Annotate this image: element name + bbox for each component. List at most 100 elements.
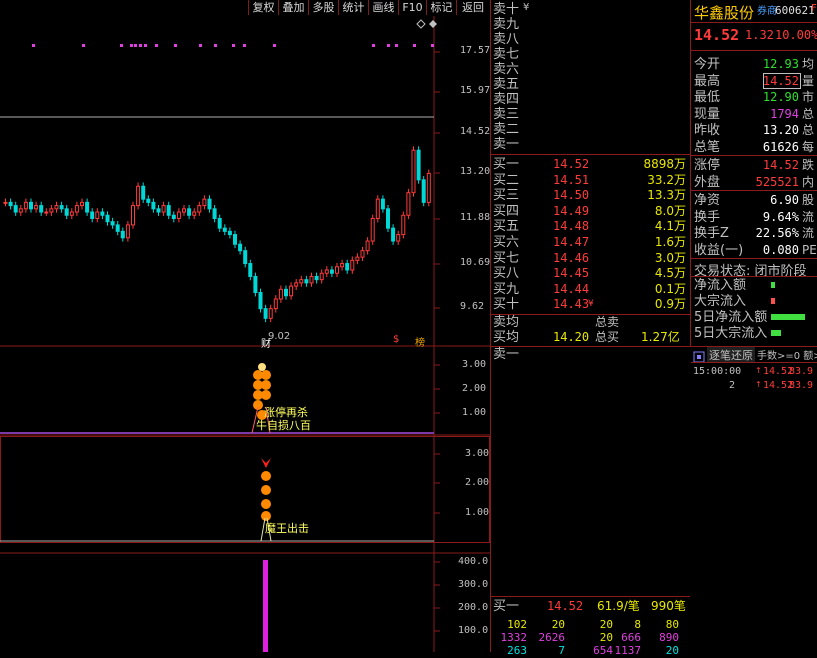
bid-level-label: 买七 <box>493 250 520 266</box>
back-button[interactable]: 返回 <box>456 0 489 15</box>
quote-stat-value: 9.64% <box>762 209 799 224</box>
tick-direction-icon: ↑ <box>755 380 762 389</box>
bottom-buy1-label: 买一 <box>493 599 520 614</box>
candle-body <box>273 298 278 310</box>
indicator-panel-2[interactable]: 3.00 2.00 1.00 魔王出击 <box>0 436 490 543</box>
bid-level-volume: 33.2万 <box>647 172 686 187</box>
signal-marker <box>243 44 246 47</box>
fund-flow-label: 大宗流入 <box>694 294 747 309</box>
draw-line-button[interactable]: 画线 <box>368 0 398 15</box>
candle-body <box>212 208 217 219</box>
mark-button[interactable]: 标记 <box>426 0 456 15</box>
candle-body <box>197 205 202 213</box>
candle-body <box>365 240 370 252</box>
candle-body <box>54 205 59 210</box>
bid-level-label: 买二 <box>493 172 520 188</box>
signal-marker <box>155 44 158 47</box>
tab-tick-restore[interactable]: 逐笔还原 <box>707 347 755 363</box>
bid-level-price: 14.47 <box>553 235 590 249</box>
bid-level-mark: ¥ <box>588 299 594 310</box>
price-change: 1.32 <box>745 28 774 42</box>
bottom-order-cell: 20 <box>665 644 679 657</box>
ask-level-label: 卖五 <box>493 77 520 92</box>
volume-panel[interactable]: 400.0 300.0 200.0 100.0 <box>0 543 490 652</box>
stock-name[interactable]: 华鑫股份 <box>694 2 754 23</box>
candle-body <box>125 224 130 239</box>
candle-body <box>304 279 309 284</box>
overlay-button[interactable]: 叠加 <box>278 0 308 15</box>
candle-body <box>49 208 54 213</box>
tick-volume: 83.9 <box>789 366 814 377</box>
tick-list: 逐笔还原 手数>=0 额> 15:00:00 14.52 83.9 ↑ 2 14.52 83… <box>691 347 817 652</box>
candle-body <box>59 205 64 210</box>
quote-stat-label: 今开 <box>694 57 721 72</box>
quote-stat-suffix: 跌 <box>802 158 815 172</box>
candle-body <box>340 263 345 268</box>
candle-body <box>13 205 18 213</box>
total-buy-value: 1.27亿 <box>641 330 680 344</box>
quote-stat-suffix: 每 <box>802 139 815 154</box>
price-change-pct: 10.00% <box>775 28 817 42</box>
volume-plot <box>0 543 490 652</box>
indicator-signal-text: 魔王出击 <box>265 522 309 535</box>
candle-body <box>207 198 212 210</box>
signal-marker <box>214 44 217 47</box>
low-price-label: 9.02 <box>268 331 291 342</box>
signal-marker <box>139 44 142 47</box>
candle-body <box>202 198 207 207</box>
candle-body <box>391 227 396 242</box>
diamond-icon[interactable] <box>416 19 437 29</box>
bid-level-label: 买十 <box>493 297 520 313</box>
indicator-axis-label: 3.00 <box>462 359 487 370</box>
price-axis-label: 9.62 <box>460 301 485 312</box>
candle-body <box>18 208 23 213</box>
candle-body <box>233 234 237 245</box>
candle-body <box>370 217 375 242</box>
signal-marker <box>134 44 137 47</box>
indicator-1-plot <box>0 347 490 436</box>
bid-level-volume: 4.1万 <box>654 219 686 234</box>
candle-body <box>396 234 401 242</box>
quote-stat-value: 14.52 <box>762 158 799 172</box>
event-badge[interactable]: $ <box>393 334 399 345</box>
candle-body <box>248 263 253 277</box>
tick-filter[interactable]: 手数>=0 额> <box>757 347 817 362</box>
signal-marker <box>120 44 123 47</box>
quote-stat-suffix: 股 <box>802 193 815 207</box>
candle-body <box>375 198 380 219</box>
bid-level-label: 买九 <box>493 281 520 297</box>
signal-marker <box>372 44 375 47</box>
signal-marker <box>32 44 35 47</box>
bid-level-volume: 13.3万 <box>647 188 686 203</box>
multi-stock-button[interactable]: 多股 <box>308 0 338 15</box>
bid-level-label: 买六 <box>493 235 520 250</box>
f10-button[interactable]: F10 <box>398 0 426 15</box>
candle-body <box>95 211 100 219</box>
candle-body <box>238 243 243 252</box>
total-buy-label: 总买 <box>595 330 620 344</box>
candle-body <box>345 263 350 271</box>
candle-body <box>69 211 74 216</box>
restore-rights-button[interactable]: 复权 <box>248 0 278 15</box>
indicator-panel-1[interactable]: 3.00 2.00 1.00 涨停再杀 牛自损八百 <box>0 347 490 436</box>
highlight-box <box>763 73 801 89</box>
quote-stat-label: 总笔 <box>694 139 721 155</box>
filter-icon[interactable] <box>693 348 705 363</box>
fund-flow-label: 5日大宗流入 <box>694 326 768 341</box>
ask-level-label: 卖六 <box>493 62 520 77</box>
candle-body <box>411 149 416 194</box>
signal-marker <box>387 44 390 47</box>
quote-stat-label: 换手 <box>694 209 721 225</box>
indicator-2-plot <box>0 436 490 543</box>
total-sell-label: 总卖 <box>595 315 620 329</box>
sector-tag[interactable]: 券商 <box>757 2 777 17</box>
price-chart-panel[interactable]: 17.57 15.97 14.52 13.20 11.88 10.69 9.62… <box>0 16 490 350</box>
ask-level-label: 卖九 <box>493 17 520 32</box>
buy-avg-label: 买均 <box>493 330 520 345</box>
order-book: 卖十 ¥ 卖九 卖八 卖七 卖六 卖五 卖四 卖三 卖二 卖一 买一 14.52 8898万 买二 14.5… <box>491 0 817 657</box>
statistics-button[interactable]: 统计 <box>338 0 368 15</box>
quote-stat-value: 61626 <box>762 139 799 154</box>
candle-body <box>294 282 299 287</box>
quote-stat-suffix: 量 <box>802 73 815 88</box>
volume-axis-label: 100.0 <box>458 625 489 636</box>
